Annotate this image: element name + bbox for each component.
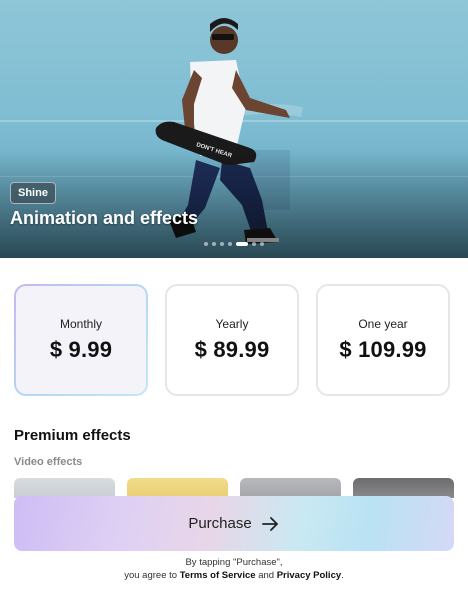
hero-title: Animation and effects: [10, 208, 199, 228]
effect-thumbnails: [14, 478, 468, 498]
video-effects-subtitle: Video effects: [14, 456, 83, 468]
legal-prefix: you agree to: [124, 569, 180, 581]
plan-card-monthly[interactable]: Monthly $ 9.99: [14, 284, 148, 396]
privacy-policy-link[interactable]: Privacy Policy: [277, 570, 341, 581]
plan-price: $ 109.99: [339, 337, 427, 362]
pagination-dot[interactable]: [228, 242, 232, 246]
arrow-right-icon: [261, 516, 278, 531]
pagination-dot[interactable]: [220, 242, 224, 246]
hero-banner[interactable]: DON'T HEAR Shine Animation and effects: [0, 0, 468, 258]
purchase-label: Purchase: [188, 515, 252, 532]
plan-card-yearly[interactable]: Yearly $ 89.99: [165, 284, 299, 396]
category-badge: Shine: [10, 182, 56, 204]
premium-effects-title: Premium effects: [14, 427, 131, 444]
pagination-dot[interactable]: [212, 242, 216, 246]
purchase-button[interactable]: Purchase: [14, 496, 454, 551]
plan-price: $ 9.99: [49, 337, 113, 362]
pagination-dot[interactable]: [260, 242, 264, 246]
pagination-dot-active[interactable]: [236, 242, 248, 246]
pagination-dot[interactable]: [252, 242, 256, 246]
plan-options: Monthly $ 9.99 Yearly $ 89.99 One year $…: [14, 284, 454, 400]
legal-notice: By tapping "Purchase", you agree to Term…: [0, 557, 468, 582]
effect-thumbnail[interactable]: [240, 478, 341, 498]
effect-thumbnail[interactable]: [353, 478, 454, 498]
plan-name: Monthly: [59, 317, 103, 331]
terms-of-service-link[interactable]: Terms of Service: [180, 570, 256, 581]
effect-thumbnail[interactable]: [14, 478, 115, 498]
effect-thumbnail[interactable]: [127, 478, 228, 498]
plan-card-one-year[interactable]: One year $ 109.99: [316, 284, 450, 396]
plan-price: $ 89.99: [194, 337, 270, 362]
legal-line-1: By tapping "Purchase",: [185, 557, 283, 568]
plan-name: Yearly: [215, 317, 249, 331]
pagination-dot[interactable]: [204, 242, 208, 246]
legal-suffix: .: [341, 569, 344, 581]
plan-name: One year: [358, 317, 408, 331]
carousel-pagination[interactable]: [204, 242, 264, 246]
legal-line-2: you agree to Terms of Service and Privac…: [0, 570, 468, 583]
legal-and: and: [255, 569, 277, 581]
